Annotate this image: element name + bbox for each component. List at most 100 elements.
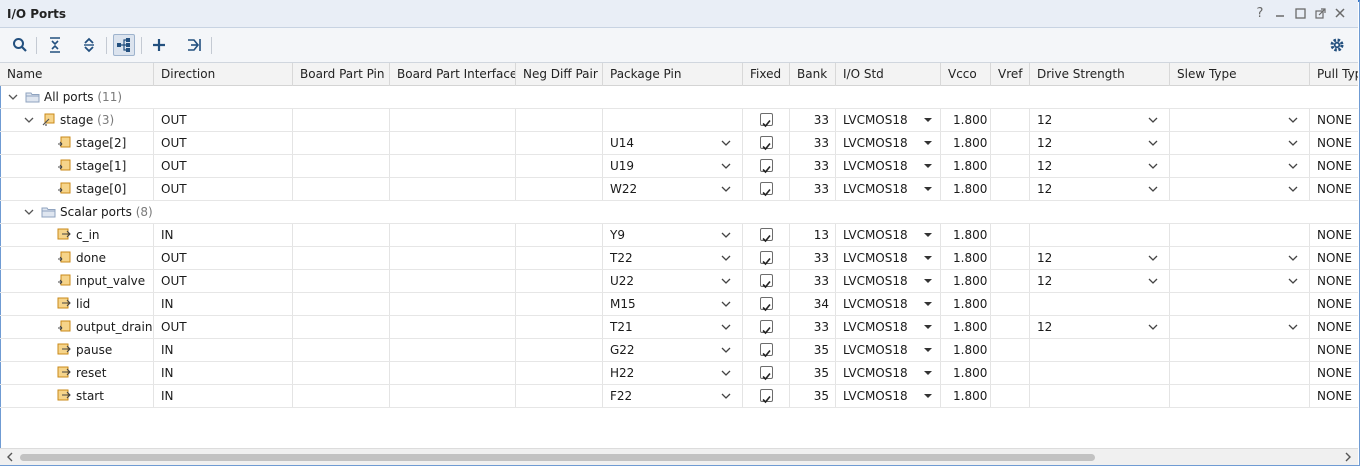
board-part-pin-cell[interactable] xyxy=(293,385,390,407)
group-row-all-ports[interactable]: All ports (11) xyxy=(0,86,1358,109)
col-neg-diff-pair[interactable]: Neg Diff Pair xyxy=(516,63,603,86)
pull-type-cell[interactable]: NONE xyxy=(1310,132,1358,154)
scroll-left-icon[interactable] xyxy=(4,451,16,463)
slew-type-select[interactable] xyxy=(1170,385,1310,407)
pull-type-cell[interactable]: NONE xyxy=(1310,339,1358,361)
io-std-select[interactable]: LVCMOS18 xyxy=(836,247,941,269)
chevron-down-icon[interactable] xyxy=(6,90,20,104)
drive-strength-select[interactable]: 12 xyxy=(1030,270,1170,292)
pull-type-cell[interactable]: NONE xyxy=(1310,293,1358,315)
pull-type-cell[interactable]: NONE xyxy=(1310,178,1358,200)
table-row-bus[interactable]: stage (3) OUT 33 LVCMOS18 1.800 12 NONE xyxy=(0,109,1358,132)
board-part-pin-cell[interactable] xyxy=(293,109,390,131)
pull-type-cell[interactable]: NONE xyxy=(1310,224,1358,246)
slew-type-select[interactable] xyxy=(1170,109,1310,131)
neg-diff-pair-cell[interactable] xyxy=(516,339,603,361)
table-row[interactable]: start IN F22 35 LVCMOS18 1.800 NONE xyxy=(0,385,1358,408)
board-part-interface-cell[interactable] xyxy=(390,224,516,246)
slew-type-select[interactable] xyxy=(1170,270,1310,292)
group-by-interface-icon[interactable] xyxy=(113,34,135,56)
fixed-checkbox[interactable] xyxy=(760,159,773,174)
vref-cell[interactable] xyxy=(991,132,1030,154)
vref-cell[interactable] xyxy=(991,270,1030,292)
vref-cell[interactable] xyxy=(991,339,1030,361)
drive-strength-select[interactable] xyxy=(1030,293,1170,315)
slew-type-select[interactable] xyxy=(1170,362,1310,384)
minimize-icon[interactable] xyxy=(1272,5,1288,21)
direction-cell[interactable]: OUT xyxy=(154,109,293,131)
fixed-checkbox[interactable] xyxy=(760,113,773,128)
col-board-part-interface[interactable]: Board Part Interface xyxy=(390,63,516,86)
direction-cell[interactable]: OUT xyxy=(154,155,293,177)
fixed-checkbox[interactable] xyxy=(760,228,773,243)
vref-cell[interactable] xyxy=(991,224,1030,246)
io-std-select[interactable]: LVCMOS18 xyxy=(836,224,941,246)
horizontal-scrollbar[interactable] xyxy=(0,448,1358,465)
direction-cell[interactable]: IN xyxy=(154,339,293,361)
pull-type-cell[interactable]: NONE xyxy=(1310,316,1358,338)
direction-cell[interactable]: IN xyxy=(154,362,293,384)
board-part-interface-cell[interactable] xyxy=(390,339,516,361)
direction-cell[interactable]: IN xyxy=(154,224,293,246)
board-part-interface-cell[interactable] xyxy=(390,155,516,177)
board-part-pin-cell[interactable] xyxy=(293,339,390,361)
board-part-interface-cell[interactable] xyxy=(390,109,516,131)
slew-type-select[interactable] xyxy=(1170,293,1310,315)
help-icon[interactable]: ? xyxy=(1252,5,1268,21)
vref-cell[interactable] xyxy=(991,362,1030,384)
table-row[interactable]: output_drain OUT T21 33 LVCMOS18 1.800 12 NONE xyxy=(0,316,1358,339)
board-part-interface-cell[interactable] xyxy=(390,385,516,407)
table-row[interactable]: reset IN H22 35 LVCMOS18 1.800 NONE xyxy=(0,362,1358,385)
direction-cell[interactable]: IN xyxy=(154,385,293,407)
board-part-interface-cell[interactable] xyxy=(390,178,516,200)
add-icon[interactable] xyxy=(148,34,170,56)
io-std-select[interactable]: LVCMOS18 xyxy=(836,132,941,154)
table-row[interactable]: input_valve OUT U22 33 LVCMOS18 1.800 12 NONE xyxy=(0,270,1358,293)
io-std-select[interactable]: LVCMOS18 xyxy=(836,155,941,177)
table-row[interactable]: stage[2] OUT U14 33 LVCMOS18 1.800 12 NONE xyxy=(0,132,1358,155)
board-part-interface-cell[interactable] xyxy=(390,362,516,384)
board-part-interface-cell[interactable] xyxy=(390,247,516,269)
pull-type-cell[interactable]: NONE xyxy=(1310,247,1358,269)
search-icon[interactable] xyxy=(9,34,31,56)
collapse-all-icon[interactable] xyxy=(44,34,66,56)
direction-cell[interactable]: OUT xyxy=(154,178,293,200)
drive-strength-select[interactable] xyxy=(1030,362,1170,384)
slew-type-select[interactable] xyxy=(1170,247,1310,269)
col-vref[interactable]: Vref xyxy=(991,63,1030,86)
drive-strength-select[interactable]: 12 xyxy=(1030,247,1170,269)
drive-strength-select[interactable]: 12 xyxy=(1030,178,1170,200)
io-std-select[interactable]: LVCMOS18 xyxy=(836,293,941,315)
package-pin-select[interactable]: H22 xyxy=(603,362,743,384)
package-pin-select[interactable]: Y9 xyxy=(603,224,743,246)
slew-type-select[interactable] xyxy=(1170,132,1310,154)
board-part-interface-cell[interactable] xyxy=(390,132,516,154)
vref-cell[interactable] xyxy=(991,178,1030,200)
board-part-pin-cell[interactable] xyxy=(293,132,390,154)
fixed-checkbox[interactable] xyxy=(760,251,773,266)
export-icon[interactable] xyxy=(183,34,205,56)
package-pin-select[interactable]: T22 xyxy=(603,247,743,269)
board-part-pin-cell[interactable] xyxy=(293,316,390,338)
direction-cell[interactable]: OUT xyxy=(154,270,293,292)
table-row[interactable]: c_in IN Y9 13 LVCMOS18 1.800 NONE xyxy=(0,224,1358,247)
pull-type-cell[interactable]: NONE xyxy=(1310,270,1358,292)
package-pin-select[interactable]: F22 xyxy=(603,385,743,407)
pull-type-cell[interactable]: NONE xyxy=(1310,155,1358,177)
fixed-checkbox[interactable] xyxy=(760,343,773,358)
io-std-select[interactable]: LVCMOS18 xyxy=(836,109,941,131)
vref-cell[interactable] xyxy=(991,385,1030,407)
col-package-pin[interactable]: Package Pin xyxy=(603,63,743,86)
chevron-down-icon[interactable] xyxy=(22,113,36,127)
col-pull-type[interactable]: Pull Typ xyxy=(1310,63,1358,86)
io-std-select[interactable]: LVCMOS18 xyxy=(836,316,941,338)
board-part-interface-cell[interactable] xyxy=(390,316,516,338)
neg-diff-pair-cell[interactable] xyxy=(516,155,603,177)
neg-diff-pair-cell[interactable] xyxy=(516,247,603,269)
expand-all-icon[interactable] xyxy=(78,34,100,56)
neg-diff-pair-cell[interactable] xyxy=(516,132,603,154)
scrollbar-thumb[interactable] xyxy=(20,454,1095,461)
io-std-select[interactable]: LVCMOS18 xyxy=(836,339,941,361)
package-pin-select[interactable]: T21 xyxy=(603,316,743,338)
drive-strength-select[interactable] xyxy=(1030,385,1170,407)
